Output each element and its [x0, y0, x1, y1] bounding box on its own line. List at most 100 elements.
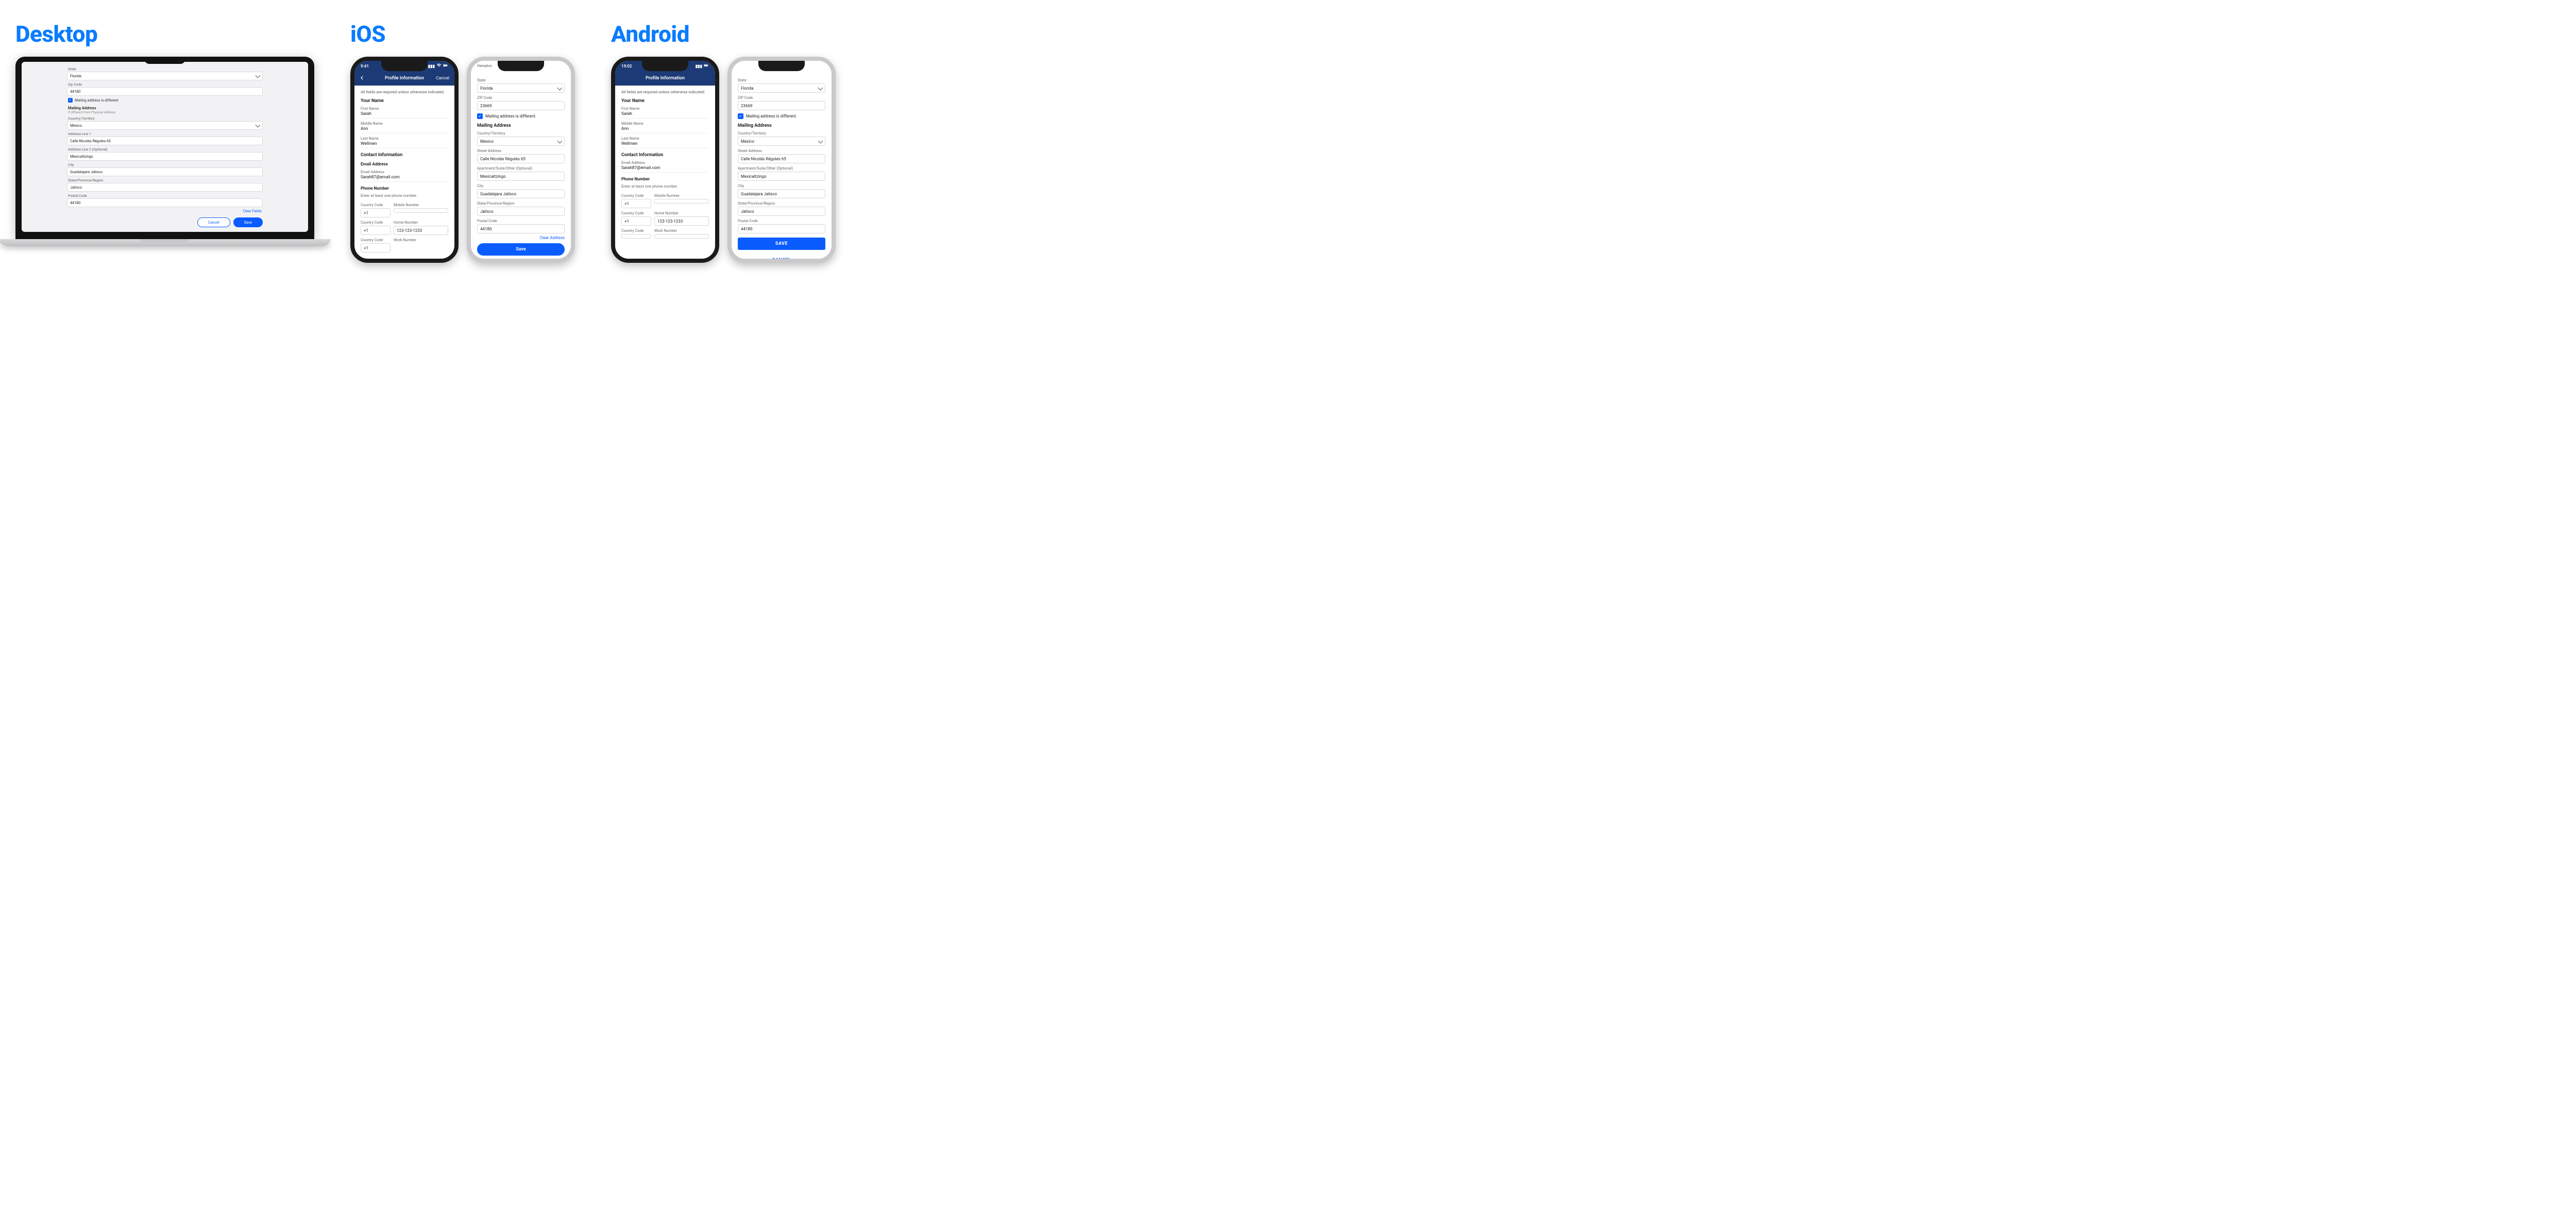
home-input[interactable]: 123-123-1233	[394, 226, 448, 235]
country-select[interactable]: Mexico	[477, 137, 565, 146]
checkbox-checked-icon: ✓	[738, 113, 743, 119]
desktop-form: State Florida Zip Code 44180 ✓ Mailing a…	[67, 65, 263, 232]
region-value: Jalisco	[480, 209, 494, 214]
work-input[interactable]	[654, 234, 709, 239]
nav-cancel-button[interactable]: Cancel	[436, 76, 449, 81]
signal-icon: ▮▮▮	[696, 64, 702, 69]
home-input[interactable]: 123-123-1233	[654, 216, 709, 226]
mobile-input[interactable]	[654, 199, 709, 204]
ios-phone-2: Hampton State Florida ZIP Code 23669 ✓ M…	[467, 57, 575, 263]
country-select[interactable]: Mexico	[738, 137, 825, 146]
required-hint: All fields are required unless otherwise…	[621, 90, 709, 94]
country-label: Country/Territory	[738, 131, 825, 136]
work-label: Work Number	[654, 228, 709, 233]
work-label: Work Number	[394, 238, 448, 242]
street-input[interactable]: Calle Nicolás Régules 65	[738, 154, 825, 163]
clear-fields-link[interactable]: Clear Fields	[67, 209, 262, 213]
region-input[interactable]: Jalisco	[477, 207, 565, 216]
cancel-button[interactable]: CANCEL	[738, 254, 825, 259]
apt-input[interactable]: Mexicaltzingo	[738, 172, 825, 181]
cc-input-work[interactable]: +1	[361, 243, 391, 252]
zip-value: 23669	[480, 104, 492, 108]
mailing-diff-checkbox[interactable]: ✓ Mailing address is different	[68, 98, 263, 103]
nav-bar: Profile Information	[615, 71, 715, 86]
apt-input[interactable]: Mexicaltzingo	[477, 172, 565, 181]
city-input[interactable]: Guadalajara Jalisco	[738, 189, 825, 198]
nav-title: Profile Information	[385, 76, 424, 81]
postal-label: Postal Code	[738, 218, 825, 223]
battery-icon	[704, 63, 709, 69]
zip-input[interactable]: 23669	[477, 101, 565, 110]
region-input[interactable]: Jalisco	[738, 207, 825, 216]
mobile-input[interactable]	[394, 208, 448, 213]
back-button[interactable]	[360, 75, 365, 82]
first-name-value[interactable]: Sarah	[361, 111, 448, 119]
cc-input-work[interactable]	[621, 234, 651, 239]
save-button[interactable]: SAVE	[738, 238, 825, 250]
last-name-value[interactable]: Wellmen	[361, 141, 448, 148]
email-value[interactable]: Sarah87@email.com	[361, 174, 448, 182]
cc-input-home[interactable]: +1	[621, 216, 651, 226]
cc-input-home[interactable]: +1	[361, 226, 391, 235]
apt-label: Apartment/Suite/Other (Optional)	[477, 166, 565, 171]
cc-input-mobile[interactable]: +1	[361, 208, 391, 217]
save-button[interactable]: Save	[233, 217, 263, 227]
state-select[interactable]: Florida	[67, 72, 263, 80]
android-phone-1: 19:02 ▮▮▮ Profile Information All fields…	[611, 57, 719, 263]
postal-value: 44180	[70, 200, 80, 205]
android-phone-2: State Florida ZIP Code 23669 ✓ Mailing a…	[727, 57, 836, 263]
zip-label: ZIP Code	[738, 95, 825, 100]
postal-label: Postal Code	[68, 194, 263, 198]
phone-section-header: Phone Number	[361, 186, 448, 191]
addr2-value: Mexicaltzingo	[70, 154, 93, 159]
cc-input-mobile[interactable]: +1	[621, 199, 651, 208]
zip-input[interactable]: 44180	[67, 87, 263, 96]
region-input[interactable]: Jalisco	[67, 183, 263, 192]
street-input[interactable]: Calle Nicolás Régules 65	[477, 154, 565, 163]
middle-name-value[interactable]: Ann	[621, 126, 709, 133]
mailing-diff-checkbox[interactable]: ✓ Mailing address is different.	[738, 113, 825, 119]
region-value: Jalisco	[70, 185, 82, 190]
nav-bar: Profile Information Cancel	[354, 71, 454, 86]
chevron-down-icon	[558, 86, 562, 91]
clear-address-link[interactable]: Clear Address	[477, 235, 565, 240]
phone-notch	[758, 61, 805, 71]
state-select[interactable]: Florida	[477, 83, 565, 93]
street-label: Street Address	[738, 148, 825, 153]
ios-phone-1: 9:41 ▮▮▮ Profile Info	[350, 57, 459, 263]
cc-value: +1	[624, 201, 629, 206]
phone-section-header: Phone Number	[621, 177, 709, 182]
mailing-diff-checkbox[interactable]: ✓ Mailing address is different.	[477, 113, 565, 119]
first-name-value[interactable]: Sarah	[621, 111, 709, 119]
zip-input[interactable]: 23669	[738, 101, 825, 110]
mailing-address-header: Mailing Address	[68, 106, 263, 110]
nav-title: Profile Information	[646, 76, 685, 81]
city-input[interactable]: Guadalajara Jalisco	[67, 167, 263, 176]
email-value[interactable]: Sarah87@email.com	[621, 165, 709, 173]
save-button[interactable]: Save	[477, 243, 565, 256]
chevron-down-icon	[558, 139, 562, 144]
postal-value: 44180	[480, 227, 492, 231]
last-name-value[interactable]: Wellmen	[621, 141, 709, 148]
checkbox-checked-icon: ✓	[477, 113, 483, 119]
state-value: Florida	[741, 86, 753, 91]
state-label: State	[477, 78, 565, 82]
home-label: Home Number	[654, 211, 709, 215]
country-value: Mexico	[480, 139, 494, 144]
state-label: State	[68, 67, 263, 71]
battery-icon	[443, 63, 448, 69]
addr2-input[interactable]: Mexicaltzingo	[67, 152, 263, 161]
city-value: Guadalajara Jalisco	[480, 192, 516, 196]
last-name-label: Last Name	[361, 136, 448, 141]
postal-input[interactable]: 44180	[477, 224, 565, 233]
addr1-input[interactable]: Calle Nicolás Régules 65	[67, 137, 263, 145]
cancel-button[interactable]: Cancel	[197, 217, 230, 227]
postal-input[interactable]: 44180	[738, 224, 825, 233]
middle-name-value[interactable]: Ann	[361, 126, 448, 133]
home-value: 123-123-1233	[657, 219, 683, 224]
state-select[interactable]: Florida	[738, 83, 825, 93]
city-input[interactable]: Guadalajara Jalisco	[477, 189, 565, 198]
postal-input[interactable]: 44180	[67, 198, 263, 207]
country-select[interactable]: Mexico	[67, 121, 263, 130]
street-value: Calle Nicolás Régules 65	[741, 157, 786, 161]
